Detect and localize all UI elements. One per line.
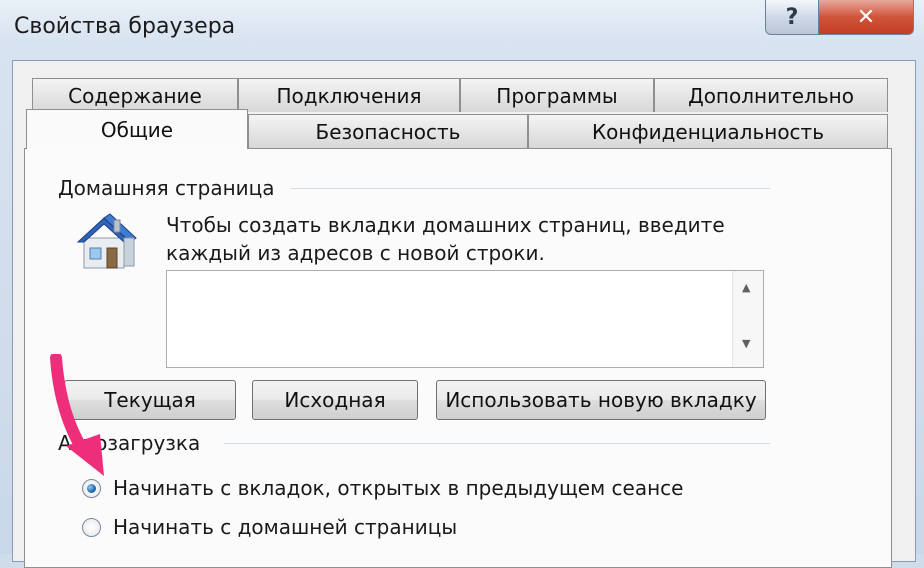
tab-connections[interactable]: Подключения [238, 78, 460, 112]
home-page-textarea[interactable]: ▲ ▼ [166, 270, 764, 368]
home-page-description: Чтобы создать вкладки домашних страниц, … [166, 213, 725, 265]
radio-home-page[interactable] [82, 517, 101, 537]
home-page-group-label: Домашняя страница [58, 176, 279, 200]
use-default-button[interactable]: Исходная [252, 380, 418, 420]
scroll-up-icon[interactable]: ▲ [742, 281, 750, 294]
tab-general[interactable]: Общие [26, 109, 248, 149]
startup-option-home-page[interactable]: Начинать с домашней страницы [82, 515, 457, 539]
tab-security[interactable]: Безопасность [248, 114, 528, 148]
startup-option-previous-session[interactable]: Начинать с вкладок, открытых в предыдуще… [82, 476, 683, 500]
dialog-window: Свойства браузера ? ✕ Содержание Подключ… [0, 0, 924, 568]
use-new-tab-button[interactable]: Использовать новую вкладку [436, 380, 766, 420]
help-button[interactable]: ? [765, 0, 819, 35]
radio-label: Начинать с домашней страницы [113, 515, 458, 539]
radio-label: Начинать с вкладок, открытых в предыдуще… [113, 476, 684, 500]
tab-programs[interactable]: Программы [460, 78, 654, 112]
close-icon: ✕ [856, 4, 876, 30]
scroll-down-icon[interactable]: ▼ [742, 337, 750, 350]
tab-privacy[interactable]: Конфиденциальность [528, 114, 888, 148]
question-icon: ? [785, 4, 799, 30]
caption-buttons: ? ✕ [765, 0, 914, 35]
close-button[interactable]: ✕ [819, 0, 914, 35]
house-icon [74, 212, 138, 276]
annotation-arrow-icon [38, 352, 118, 484]
tab-advanced[interactable]: Дополнительно [654, 78, 888, 112]
textarea-scrollbar[interactable]: ▲ ▼ [732, 271, 763, 367]
tab-content[interactable]: Содержание [32, 78, 238, 112]
group-divider [290, 188, 770, 189]
window-title: Свойства браузера [14, 14, 236, 39]
group-divider [224, 443, 770, 444]
